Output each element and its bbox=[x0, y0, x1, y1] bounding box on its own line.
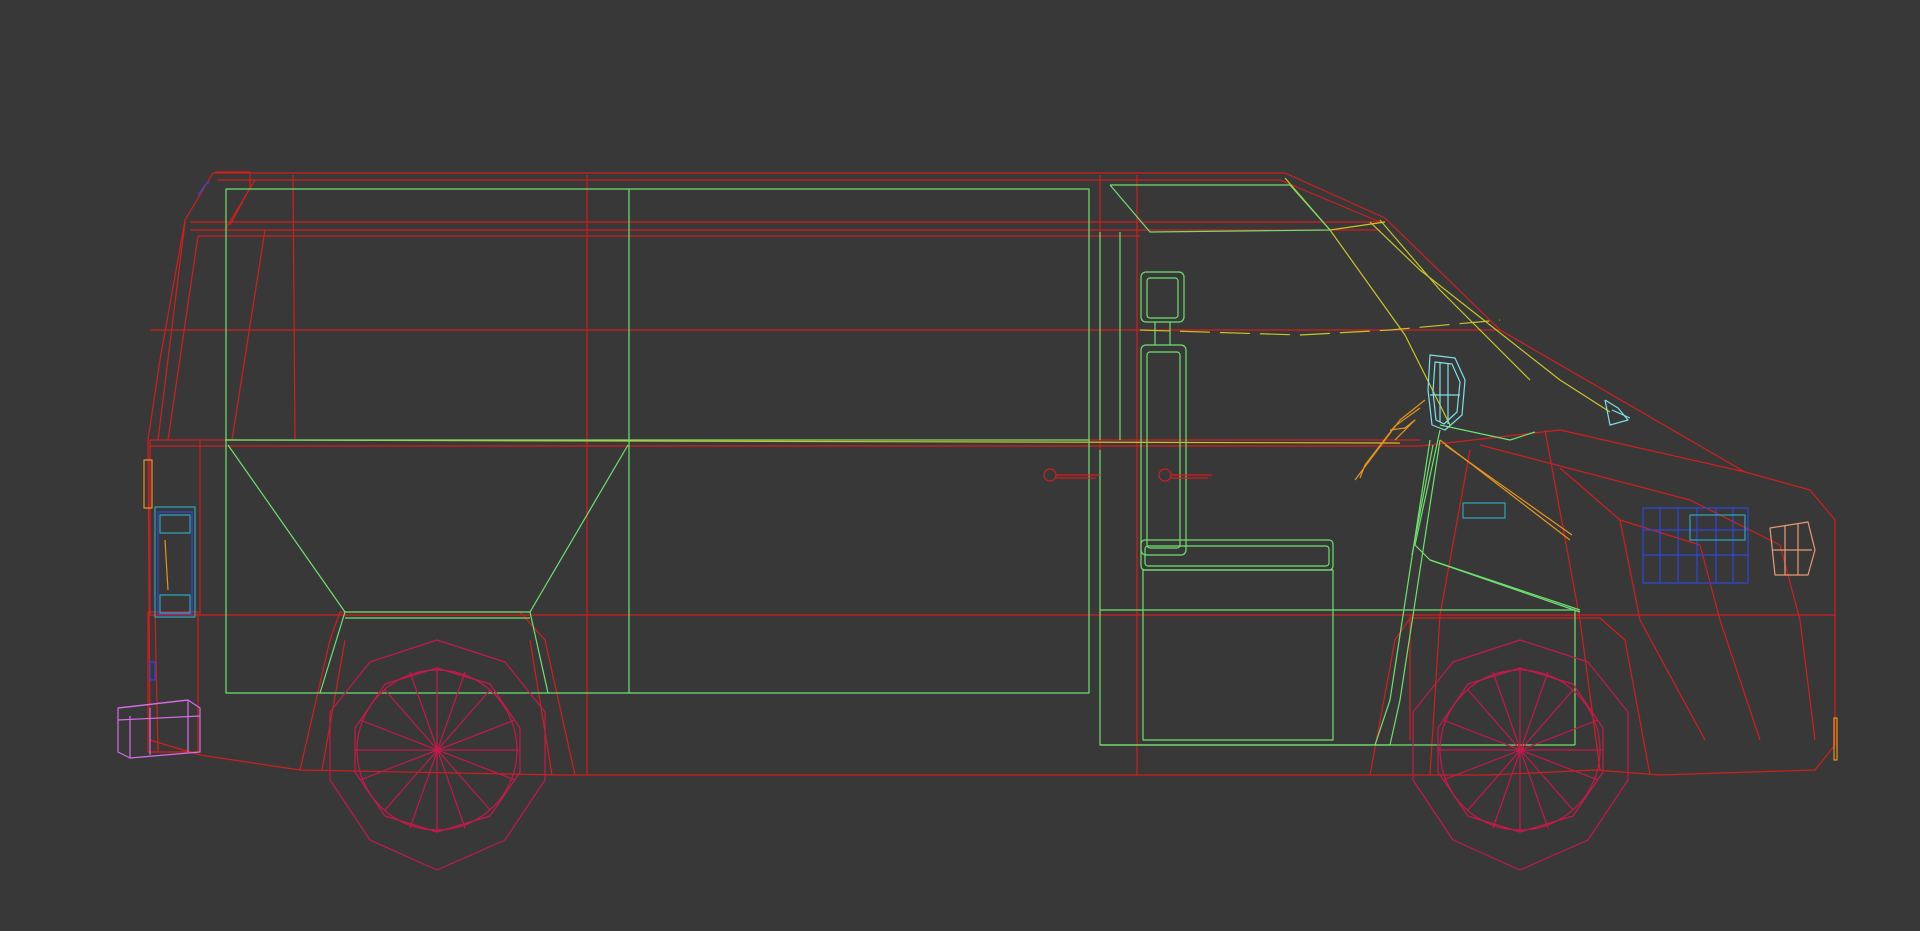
van-body-shell bbox=[147, 171, 1836, 776]
rear-small-light bbox=[149, 661, 156, 681]
3d-viewport[interactable] bbox=[0, 0, 1920, 931]
door-handle-rear bbox=[1043, 468, 1100, 482]
van-wireframe-model[interactable] bbox=[0, 0, 1920, 931]
side-marker-light bbox=[1462, 502, 1506, 519]
front-indicator bbox=[1769, 521, 1816, 576]
rear-wheel bbox=[329, 639, 546, 871]
door-handles bbox=[1043, 468, 1212, 482]
driver-seat bbox=[1140, 271, 1334, 741]
interior-frame bbox=[225, 184, 1581, 746]
front-wheel bbox=[1412, 639, 1629, 871]
wipers bbox=[1354, 399, 1573, 541]
tow-hitch bbox=[117, 699, 201, 759]
windshield-trim bbox=[224, 177, 1611, 444]
headlight-assembly bbox=[1642, 507, 1749, 584]
